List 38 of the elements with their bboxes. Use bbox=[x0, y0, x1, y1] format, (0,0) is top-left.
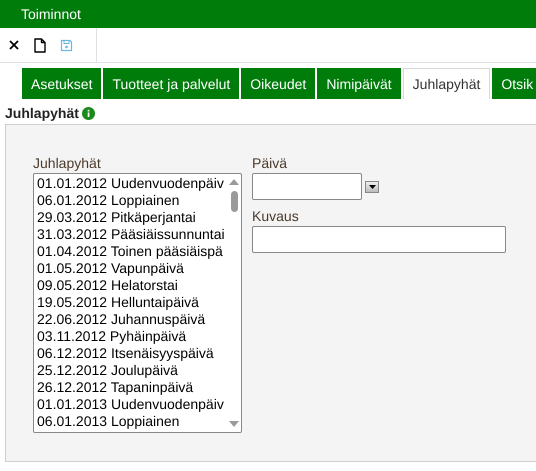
list-item[interactable]: 09.05.2012 Helatorstai bbox=[37, 277, 227, 294]
tab[interactable]: Juhlapyhät bbox=[402, 68, 490, 99]
list-item[interactable]: 06.01.2013 Loppiainen bbox=[37, 413, 227, 430]
info-icon bbox=[82, 106, 95, 120]
date-dropdown-button[interactable] bbox=[365, 180, 379, 192]
scrollbar-thumb[interactable] bbox=[230, 191, 238, 212]
list-item[interactable]: 06.12.2012 Itsenäisyyspäivä bbox=[37, 345, 227, 362]
list-item[interactable]: 26.12.2012 Tapaninpäivä bbox=[37, 379, 227, 396]
list-item[interactable]: 19.05.2012 Helluntaipäivä bbox=[37, 294, 227, 311]
field-label: Kuvaus bbox=[252, 208, 300, 224]
section-title: Juhlapyhät bbox=[5, 105, 79, 121]
list-item[interactable]: 25.12.2012 Joulupäivä bbox=[37, 362, 227, 379]
tab[interactable]: Otsik bbox=[492, 68, 536, 99]
caret-icon bbox=[368, 184, 376, 188]
field-label: Päivä bbox=[252, 155, 288, 171]
document-icon bbox=[34, 38, 46, 52]
list-item[interactable]: 22.06.2012 Juhannuspäivä bbox=[37, 311, 227, 328]
field-label: Juhlapyhät bbox=[33, 155, 102, 171]
save-icon bbox=[60, 38, 73, 52]
close-icon bbox=[8, 39, 20, 51]
window-title: Toiminnot bbox=[21, 6, 81, 22]
list-item[interactable]: 06.01.2012 Loppiainen bbox=[37, 192, 227, 209]
date-field[interactable] bbox=[252, 173, 362, 200]
tab[interactable]: Tuotteet ja palvelut bbox=[103, 68, 240, 99]
tab[interactable]: Asetukset bbox=[22, 68, 102, 99]
tab[interactable]: Oikeudet bbox=[241, 68, 316, 99]
list-item[interactable]: 01.05.2012 Vapunpäivä bbox=[37, 260, 227, 277]
list-item[interactable]: 01.04.2012 Toinen pääsiäispä bbox=[37, 243, 227, 260]
tab[interactable]: Nimipäivät bbox=[317, 68, 401, 99]
scroll-up-arrow-icon bbox=[229, 178, 239, 185]
list-item[interactable]: 01.01.2012 Uudenvuodenpäiv bbox=[37, 175, 227, 192]
list-item[interactable]: 31.03.2012 Pääsiäissunnuntai bbox=[37, 226, 227, 243]
holiday-list[interactable] bbox=[33, 173, 242, 433]
list-item[interactable]: 01.01.2013 Uudenvuodenpäiv bbox=[37, 396, 227, 413]
list-item[interactable]: 03.11.2012 Pyhäinpäivä bbox=[37, 328, 227, 345]
scroll-down-arrow-icon bbox=[229, 421, 239, 428]
description-field[interactable] bbox=[252, 226, 506, 253]
list-item[interactable]: 29.03.2012 Pitkäperjantai bbox=[37, 209, 227, 226]
